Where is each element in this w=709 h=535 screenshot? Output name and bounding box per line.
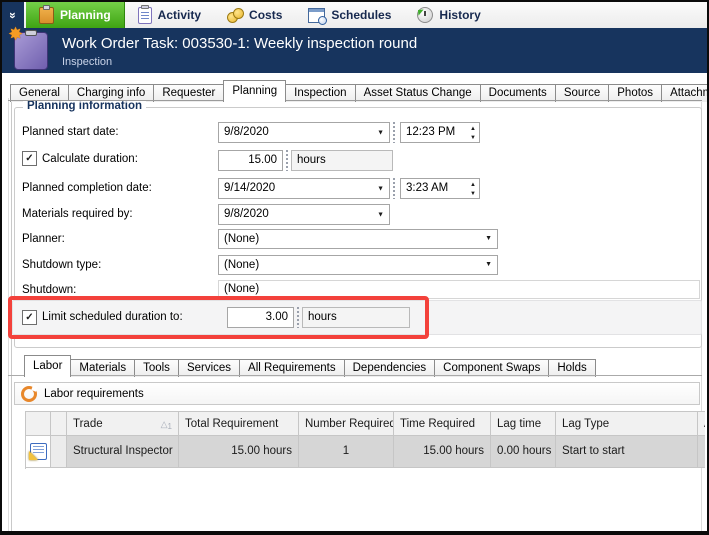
row-cell-icon[interactable]	[26, 436, 51, 468]
table-row[interactable]: Structural Inspector 15.00 hours 1 15.00…	[26, 436, 705, 468]
calculate-duration-value[interactable]: 15.00	[218, 150, 283, 171]
toolbar-tab-label: Schedules	[331, 8, 391, 22]
main-tab-strip: General Charging info Requester Planning…	[10, 80, 709, 102]
panel-border-left-outer	[8, 98, 9, 531]
row-cell-number-required[interactable]: 1	[299, 436, 394, 468]
tab-planning[interactable]: Planning	[223, 80, 286, 102]
labor-requirements-title: Labor requirements	[44, 388, 144, 400]
column-header-row-selector[interactable]	[26, 411, 51, 436]
row-cell-indicator	[51, 436, 67, 468]
sort-ascending-icon: △1	[161, 412, 172, 436]
planned-start-time-input[interactable]: 12:23 PM ▲▼	[400, 122, 480, 143]
time-spinner[interactable]: ▲▼	[470, 124, 476, 142]
collapse-chevron-icon: »	[6, 12, 20, 18]
orange-ring-icon	[21, 386, 37, 402]
chevron-down-icon[interactable]: ▼	[377, 123, 384, 142]
toolbar-tab-schedules[interactable]: Schedules	[295, 2, 404, 28]
row-cell-partial	[698, 436, 705, 468]
chevron-down-icon[interactable]: ▼	[377, 179, 384, 198]
planned-completion-time-input[interactable]: 3:23 AM ▲▼	[400, 178, 480, 199]
column-header-partial[interactable]: A	[698, 411, 705, 436]
limit-duration-checkbox[interactable]: ✓	[22, 310, 37, 325]
planned-completion-date-input[interactable]: 9/14/2020 ▼	[218, 178, 390, 199]
clipboard-icon	[39, 7, 54, 24]
toolbar-tab-label: Costs	[249, 8, 282, 22]
planner-select[interactable]: (None) ▼	[218, 229, 498, 249]
history-clock-icon	[417, 7, 433, 23]
labor-requirements-bar: Labor requirements	[14, 382, 700, 405]
toolbar-tab-planning[interactable]: Planning	[26, 2, 125, 28]
splitter-grip[interactable]	[393, 122, 395, 143]
splitter-grip[interactable]	[286, 150, 288, 171]
materials-required-date-input[interactable]: 9/8/2020 ▼	[218, 204, 390, 225]
column-header-total-requirement[interactable]: Total Requirement	[179, 411, 299, 436]
shutdown-type-select[interactable]: (None) ▼	[218, 255, 498, 275]
column-header-trade[interactable]: △1 Trade	[67, 411, 179, 436]
calculate-duration-checkbox[interactable]: ✓	[22, 151, 37, 166]
splitter-grip[interactable]	[393, 178, 395, 199]
page-subtitle: Inspection	[62, 56, 112, 68]
time-spinner[interactable]: ▲▼	[470, 180, 476, 198]
title-band: ✸ Work Order Task: 003530-1: Weekly insp…	[2, 28, 707, 73]
schedule-table-icon	[308, 8, 325, 23]
page-title: Work Order Task: 003530-1: Weekly inspec…	[62, 35, 417, 52]
app-window: » Planning Activity Costs Schedules Hist…	[0, 0, 709, 535]
toolbar-tab-label: History	[439, 8, 480, 22]
planned-completion-date-label: Planned completion date:	[22, 182, 152, 194]
table-header-row: △1 Trade Total Requirement Number Requir…	[26, 411, 705, 436]
requirements-tab-strip: Labor Materials Tools Services All Requi…	[24, 352, 595, 377]
work-order-badge-icon: ✸	[14, 32, 48, 70]
shutdown-label: Shutdown:	[22, 284, 76, 296]
row-cell-total-requirement[interactable]: 15.00 hours	[179, 436, 299, 468]
calculate-duration-label: Calculate duration:	[42, 153, 138, 165]
edit-record-icon	[30, 443, 47, 460]
shutdown-type-label: Shutdown type:	[22, 259, 101, 271]
spinner-down-icon: ▼	[470, 189, 476, 198]
column-header-time-required[interactable]: Time Required	[394, 411, 491, 436]
top-toolbar: » Planning Activity Costs Schedules Hist…	[2, 2, 707, 28]
chevron-down-icon[interactable]: ▼	[485, 256, 492, 274]
labor-table: △1 Trade Total Requirement Number Requir…	[25, 411, 705, 469]
shutdown-field[interactable]: (None)	[218, 280, 700, 299]
chevron-down-icon[interactable]: ▼	[377, 205, 384, 224]
toolbar-tab-costs[interactable]: Costs	[214, 2, 295, 28]
column-header-number-required[interactable]: Number Required	[299, 411, 394, 436]
coins-icon	[227, 8, 243, 22]
planner-label: Planner:	[22, 233, 65, 245]
limit-duration-unit: hours	[302, 307, 410, 328]
row-cell-time-required[interactable]: 15.00 hours	[394, 436, 491, 468]
splitter-grip[interactable]	[297, 307, 299, 328]
column-header-lag-time[interactable]: Lag time	[491, 411, 556, 436]
toolbar-tab-label: Planning	[60, 8, 111, 22]
planned-start-date-label: Planned start date:	[22, 126, 119, 138]
requirements-page-border	[8, 375, 702, 376]
spinner-up-icon: ▲	[470, 180, 476, 189]
group-title: Planning information	[23, 100, 146, 112]
tab-page-border	[8, 100, 702, 101]
column-header-indicator[interactable]	[51, 411, 67, 436]
checkbox-check-icon: ✓	[25, 153, 33, 164]
spinner-down-icon: ▼	[470, 133, 476, 142]
row-cell-lag-type[interactable]: Start to start	[556, 436, 698, 468]
row-cell-trade[interactable]: Structural Inspector	[67, 436, 179, 468]
chevron-down-icon[interactable]: ▼	[485, 230, 492, 248]
planned-start-date-input[interactable]: 9/8/2020 ▼	[218, 122, 390, 143]
toolbar-tab-history[interactable]: History	[404, 2, 493, 28]
materials-required-label: Materials required by:	[22, 208, 133, 220]
checkbox-check-icon: ✓	[25, 312, 33, 323]
toolbar-tab-label: Activity	[158, 8, 201, 22]
calculate-duration-unit: hours	[291, 150, 393, 171]
starburst-icon: ✸	[8, 24, 23, 45]
activity-clipboard-icon	[138, 7, 152, 24]
limit-duration-value[interactable]: 3.00	[227, 307, 294, 328]
toolbar-tab-activity[interactable]: Activity	[125, 2, 214, 28]
column-header-lag-type[interactable]: Lag Type	[556, 411, 698, 436]
spinner-up-icon: ▲	[470, 124, 476, 133]
tab-labor[interactable]: Labor	[24, 355, 71, 377]
limit-duration-label: Limit scheduled duration to:	[42, 311, 183, 323]
row-cell-lag-time[interactable]: 0.00 hours	[491, 436, 556, 468]
